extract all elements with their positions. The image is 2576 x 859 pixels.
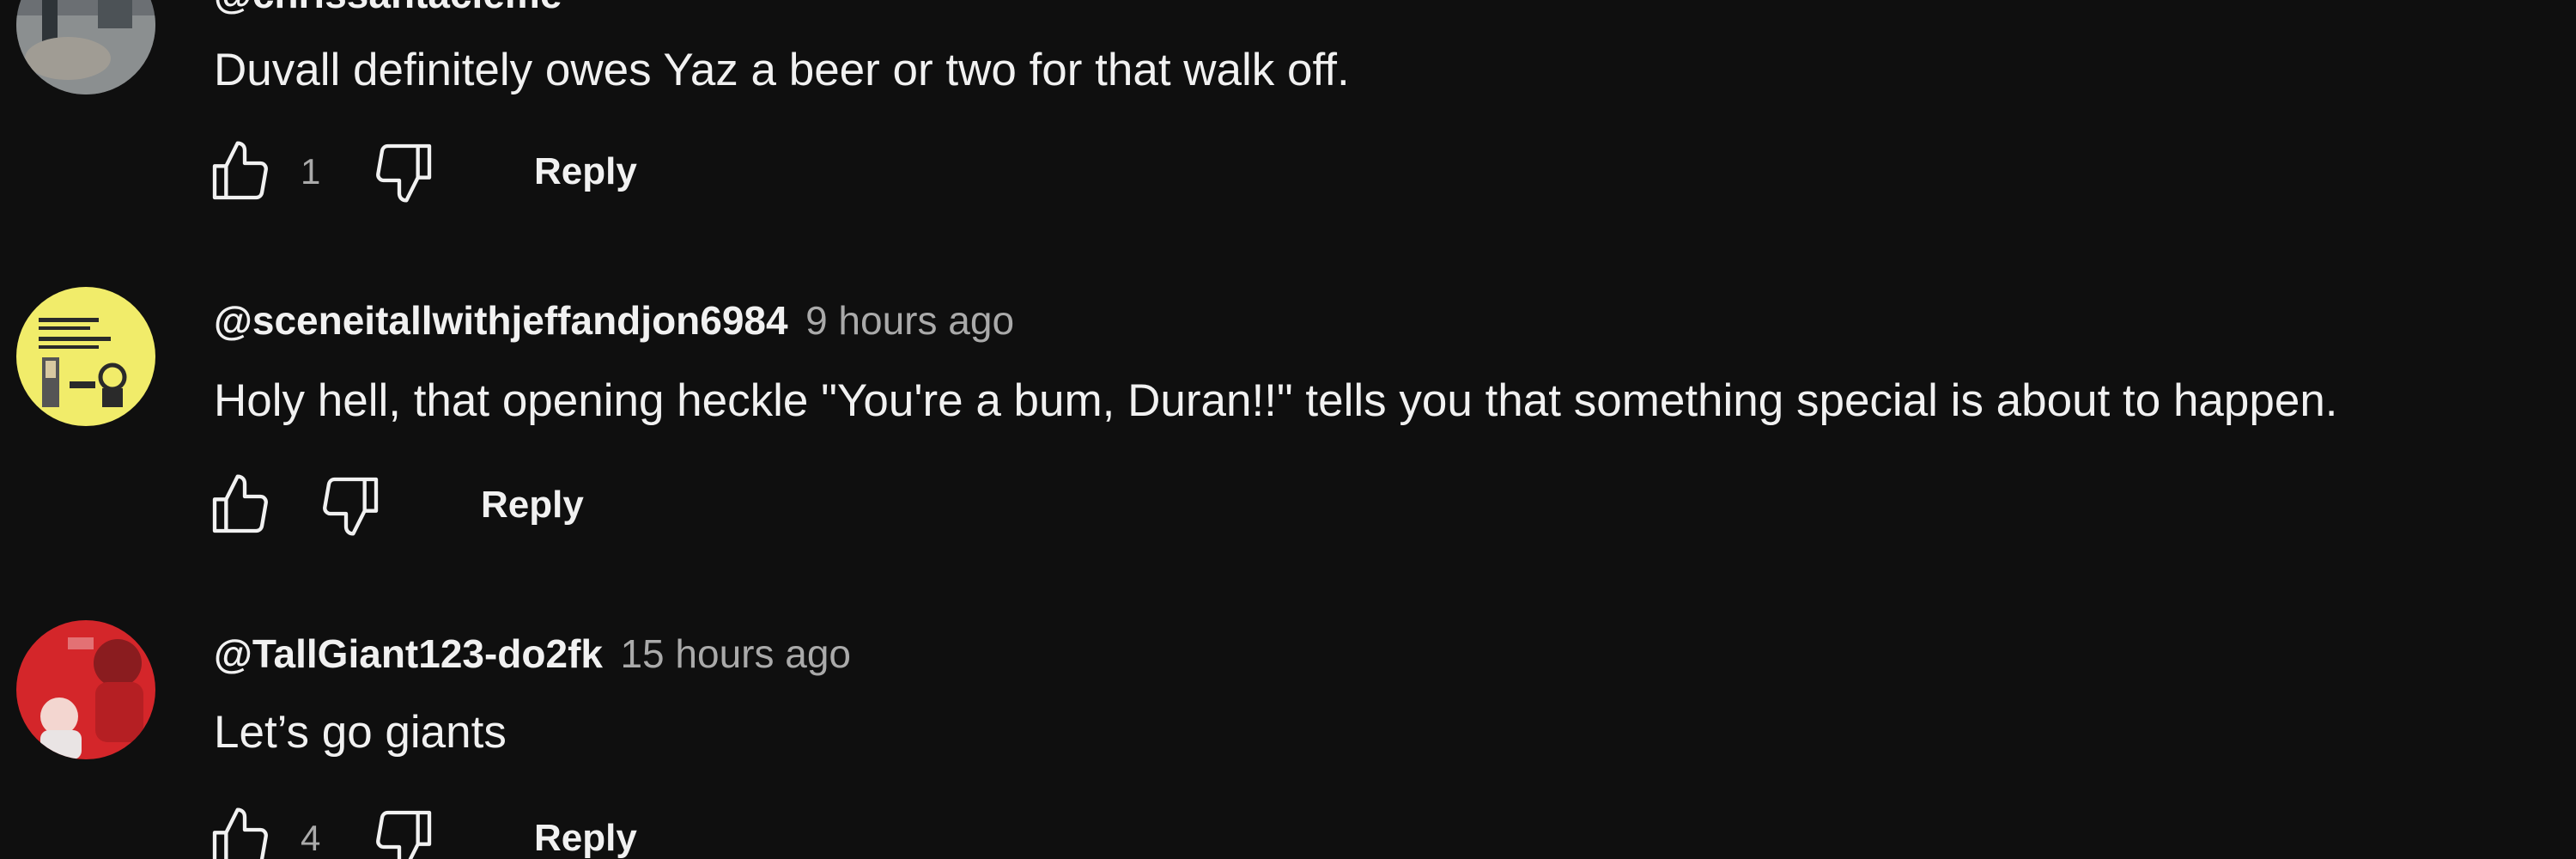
reply-button[interactable]: Reply bbox=[534, 137, 637, 206]
comment-text: Duvall definitely owes Yaz a beer or two… bbox=[214, 45, 1350, 95]
author-handle[interactable]: @sceneitallwithjeffandjon6984 bbox=[214, 298, 788, 343]
dislike-button[interactable] bbox=[369, 804, 438, 859]
comments-section: @chrissantacleme Duvall definitely owes … bbox=[0, 0, 2576, 859]
thumbs-up-icon bbox=[212, 141, 268, 200]
yellow-logo-avatar-icon bbox=[16, 287, 155, 426]
red-player-avatar-icon bbox=[16, 620, 155, 759]
thumbs-down-icon bbox=[376, 143, 432, 203]
reply-button[interactable]: Reply bbox=[534, 804, 637, 859]
comment-thread: @sceneitallwithjeffandjon6984 9 hours ag… bbox=[0, 283, 2576, 567]
dislike-button[interactable] bbox=[369, 137, 438, 206]
thumbs-down-icon bbox=[376, 810, 432, 859]
thumbs-up-icon bbox=[212, 807, 268, 859]
author-handle[interactable]: @chrissantacleme bbox=[214, 0, 562, 16]
avatar[interactable] bbox=[16, 287, 155, 426]
avatar[interactable] bbox=[16, 0, 155, 94]
thumbs-up-icon bbox=[212, 474, 268, 533]
dislike-button[interactable] bbox=[316, 471, 385, 539]
author-handle[interactable]: @TallGiant123-do2fk bbox=[214, 631, 603, 676]
comment-thread: @chrissantacleme Duvall definitely owes … bbox=[0, 0, 2576, 223]
comment-header: @TallGiant123-do2fk 15 hours ago bbox=[214, 634, 851, 673]
comment-text: Let’s go giants bbox=[214, 707, 507, 758]
comment-header: @sceneitallwithjeffandjon6984 9 hours ag… bbox=[214, 301, 1014, 340]
like-button[interactable] bbox=[206, 471, 275, 539]
like-count: 1 bbox=[301, 151, 321, 192]
comment-header: @chrissantacleme bbox=[214, 0, 575, 14]
comment-thread: @TallGiant123-do2fk 15 hours ago Let’s g… bbox=[0, 617, 2576, 859]
like-count: 4 bbox=[301, 818, 321, 858]
reply-button[interactable]: Reply bbox=[481, 471, 584, 539]
like-button[interactable] bbox=[206, 137, 275, 206]
photo-avatar-icon bbox=[16, 0, 155, 94]
avatar[interactable] bbox=[16, 620, 155, 759]
comment-time[interactable]: 15 hours ago bbox=[620, 631, 851, 676]
comment-text: Holy hell, that opening heckle "You're a… bbox=[214, 375, 2338, 426]
thumbs-down-icon bbox=[323, 477, 379, 536]
comment-time[interactable]: 9 hours ago bbox=[805, 298, 1014, 343]
like-button[interactable] bbox=[206, 804, 275, 859]
